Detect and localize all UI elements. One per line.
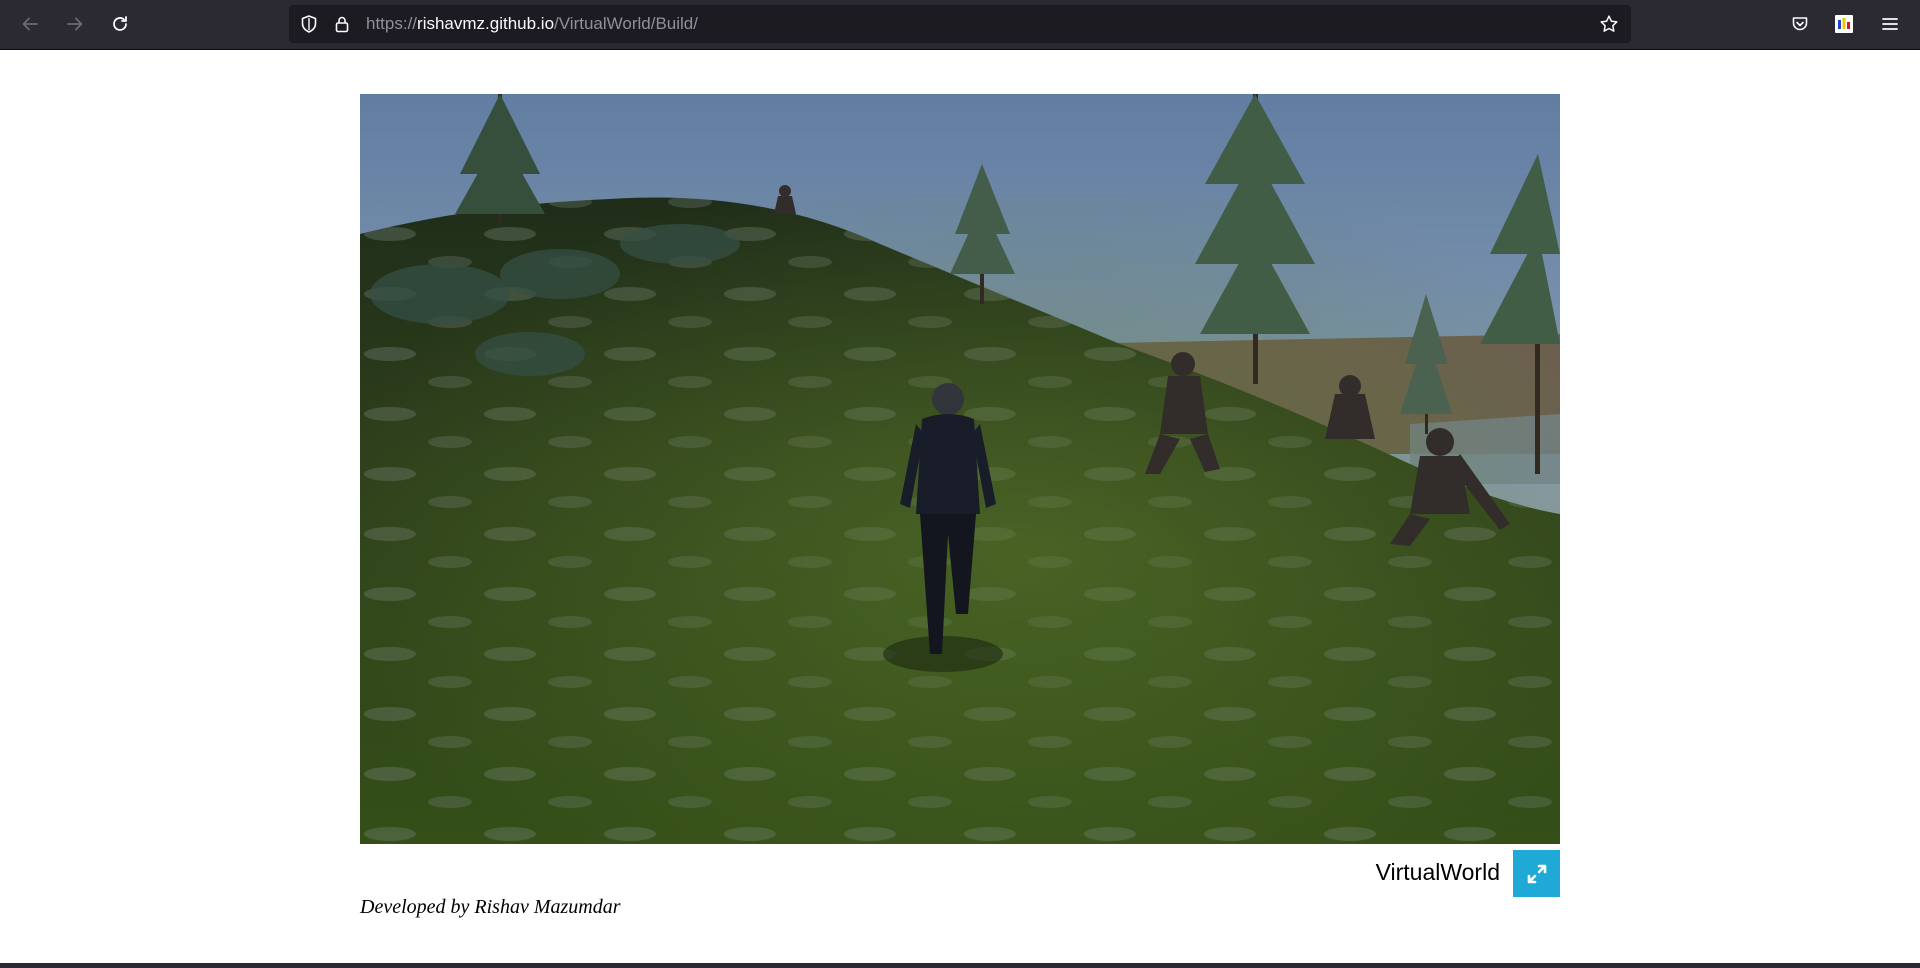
browser-toolbar: https://rishavmz.github.io/VirtualWorld/…: [0, 0, 1920, 50]
url-host: rishavmz.github.io: [417, 14, 555, 33]
game-scene[interactable]: [360, 94, 1560, 844]
window-bottom-edge: [0, 963, 1920, 968]
url-scheme: https://: [366, 14, 418, 33]
pocket-button[interactable]: [1784, 8, 1816, 40]
fullscreen-icon: [1527, 864, 1546, 883]
url-text[interactable]: https://rishavmz.github.io/VirtualWorld/…: [366, 5, 698, 43]
scene-shade: [360, 94, 1560, 844]
shield-icon[interactable]: [299, 14, 319, 34]
pocket-icon: [1792, 17, 1808, 31]
lock-icon[interactable]: [332, 14, 352, 34]
menu-button[interactable]: [1874, 8, 1906, 40]
url-bar[interactable]: https://rishavmz.github.io/VirtualWorld/…: [289, 5, 1631, 43]
reload-button[interactable]: [104, 8, 136, 40]
star-icon[interactable]: [1599, 14, 1619, 34]
developer-credit: Developed by Rishav Mazumdar: [360, 896, 621, 918]
game-title: VirtualWorld: [1375, 859, 1500, 885]
fullscreen-button[interactable]: [1513, 850, 1560, 897]
extension-icon: [1835, 15, 1853, 33]
url-path: /VirtualWorld/Build/: [554, 14, 698, 33]
game-canvas[interactable]: [360, 94, 1560, 844]
extension-button[interactable]: [1828, 8, 1860, 40]
back-button[interactable]: [14, 8, 46, 40]
forward-button[interactable]: [59, 8, 91, 40]
arrow-right-icon: [67, 17, 83, 31]
reload-icon: [113, 16, 127, 31]
arrow-left-icon: [22, 17, 38, 31]
hamburger-menu-icon: [1882, 18, 1898, 30]
